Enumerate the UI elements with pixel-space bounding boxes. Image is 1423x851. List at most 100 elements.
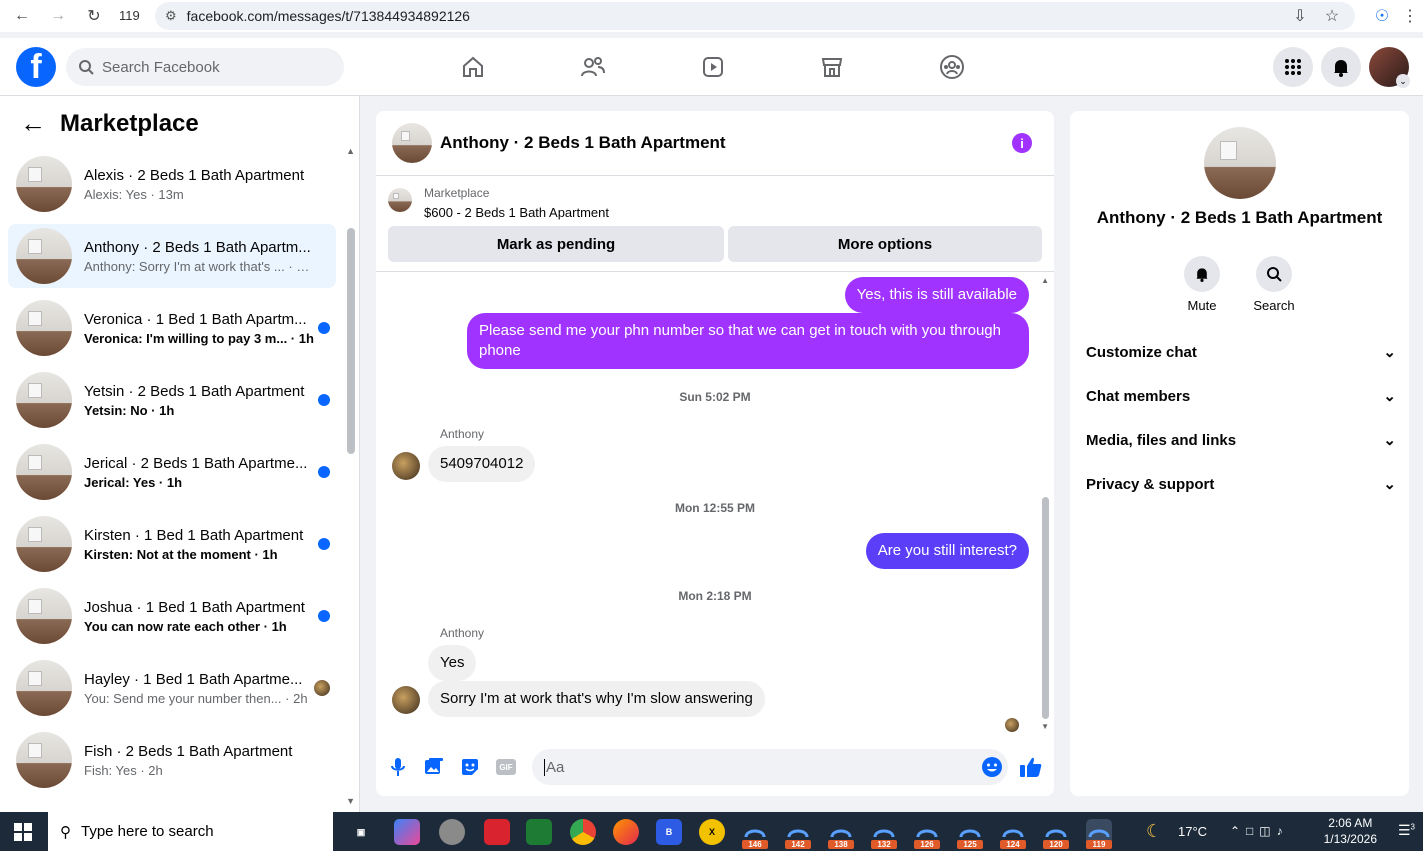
firefox-icon[interactable]	[613, 819, 639, 845]
facebook-logo-icon[interactable]: f	[16, 47, 56, 87]
customize-chat-section[interactable]: Customize chat ⌄	[1086, 340, 1396, 364]
message-incoming[interactable]: Yes	[428, 645, 477, 681]
listing-thumbnail[interactable]	[388, 188, 412, 212]
conversation-item[interactable]: Alexis · 2 Beds 1 Bath Apartment Alexis: …	[8, 152, 336, 216]
chrome-icon[interactable]	[570, 819, 596, 845]
forward-icon[interactable]: →	[47, 5, 69, 27]
taskbar-search-input[interactable]: ⚲ Type here to search	[48, 812, 333, 851]
system-clock[interactable]: 2:06 AM 1/13/2026	[1324, 815, 1377, 847]
conversation-item[interactable]: Anthony · 2 Beds 1 Bath Apartm... Anthony…	[8, 224, 336, 288]
scroll-up-arrow-icon[interactable]: ▲	[346, 146, 355, 156]
chat-title[interactable]: Anthony · 2 Beds 1 Bath Apartment	[440, 133, 726, 153]
conversation-item[interactable]: Jerical · 2 Beds 1 Bath Apartme... Jerica…	[8, 440, 336, 504]
weather-moon-icon[interactable]: ☾	[1146, 821, 1162, 842]
search-in-chat-button[interactable]: Search	[1244, 256, 1304, 313]
video-icon[interactable]	[698, 52, 728, 82]
privacy-support-section[interactable]: Privacy & support ⌄	[1086, 472, 1396, 496]
weather-temp[interactable]: 17°C	[1178, 824, 1207, 839]
windows-start-icon[interactable]	[14, 823, 32, 846]
chat-members-section[interactable]: Chat members ⌄	[1086, 384, 1396, 408]
app-icon[interactable]	[439, 819, 465, 845]
scrollbar[interactable]	[347, 228, 355, 454]
spreadsheet-app-icon[interactable]	[526, 819, 552, 845]
site-settings-icon[interactable]: ⚙	[165, 8, 177, 24]
back-arrow-icon[interactable]: ←	[20, 108, 46, 139]
date-text: 1/13/2026	[1323, 832, 1377, 846]
message-outgoing[interactable]: Are you still interest?	[865, 533, 1029, 569]
browser-window-icon[interactable]: 125	[957, 819, 983, 849]
scroll-down-arrow-icon[interactable]: ▼	[346, 796, 355, 806]
conversation-item[interactable]: Fish · 2 Beds 1 Bath Apartment Fish: Yes …	[8, 728, 336, 792]
browser-window-icon[interactable]: 126	[914, 819, 940, 849]
friends-icon[interactable]	[578, 52, 608, 82]
system-tray-icons[interactable]: ⌃□◫♪	[1230, 824, 1289, 838]
app-icon[interactable]: X	[699, 819, 725, 845]
message-incoming[interactable]: 5409704012	[428, 446, 536, 482]
install-app-icon[interactable]: ⇩	[1289, 5, 1311, 27]
message-outgoing[interactable]: Yes, this is still available	[844, 277, 1029, 313]
details-avatar[interactable]	[1204, 127, 1276, 199]
like-thumbs-up-icon[interactable]	[1019, 755, 1043, 779]
more-options-button[interactable]: More options	[728, 226, 1042, 262]
conversation-item[interactable]: Joshua · 1 Bed 1 Bath Apartment You can n…	[8, 584, 336, 648]
copilot-icon[interactable]	[394, 819, 420, 845]
timestamp: Sun 5:02 PM	[679, 390, 751, 404]
task-view-icon[interactable]: ▣	[348, 819, 374, 845]
microphone-icon[interactable]	[386, 755, 410, 779]
sticker-icon[interactable]	[458, 755, 482, 779]
conversation-text: Kirsten · 1 Bed 1 Bath Apartment Kirsten:…	[84, 527, 314, 562]
emoji-icon[interactable]	[980, 755, 1004, 779]
chat-avatar[interactable]	[392, 123, 432, 163]
sender-avatar[interactable]	[392, 452, 420, 480]
media-files-links-section[interactable]: Media, files and links ⌄	[1086, 428, 1396, 452]
message-incoming[interactable]: Sorry I'm at work that's why I'm slow an…	[428, 681, 765, 717]
app-icon[interactable]	[484, 819, 510, 845]
gif-icon[interactable]: GIF	[494, 755, 518, 779]
listing-thumbnail	[16, 300, 72, 356]
scroll-up-arrow-icon[interactable]: ▲	[1041, 276, 1049, 285]
mark-as-pending-button[interactable]: Mark as pending	[388, 226, 724, 262]
tab-count[interactable]: 119	[119, 8, 140, 23]
listing-thumbnail	[16, 588, 72, 644]
notifications-bell-icon[interactable]	[1321, 47, 1361, 87]
address-bar[interactable]: ⚙ facebook.com/messages/t/71384493489212…	[155, 2, 1355, 30]
unread-dot	[318, 610, 330, 622]
home-icon[interactable]	[458, 52, 488, 82]
message-outgoing[interactable]: Please send me your phn number so that w…	[467, 313, 1029, 369]
conversation-item[interactable]: Veronica · 1 Bed 1 Bath Apartm... Veronic…	[8, 296, 336, 360]
browser-window-icon[interactable]: 142	[785, 819, 811, 849]
browser-window-icon[interactable]: 132	[871, 819, 897, 849]
chat-scrollbar[interactable]	[1042, 497, 1049, 719]
back-icon[interactable]: ←	[11, 5, 33, 27]
browser-window-icon[interactable]: 146	[742, 819, 768, 849]
sender-avatar[interactable]	[392, 686, 420, 714]
browser-window-icon[interactable]: 138	[828, 819, 854, 849]
app-icon[interactable]: B	[656, 819, 682, 845]
browser-window-icon[interactable]: 124	[1000, 819, 1026, 849]
conversation-item[interactable]: Hayley · 1 Bed 1 Bath Apartme... You: Sen…	[8, 656, 336, 720]
listing-title[interactable]: $600 - 2 Beds 1 Bath Apartment	[424, 205, 609, 220]
mute-button[interactable]: Mute	[1172, 256, 1232, 313]
listing-thumbnail	[16, 660, 72, 716]
menu-dots-icon[interactable]: ⋮	[1399, 5, 1421, 27]
profile-icon[interactable]: ☉	[1371, 5, 1393, 27]
search-facebook-input[interactable]: Search Facebook	[66, 48, 344, 86]
photo-icon[interactable]	[422, 755, 446, 779]
message-input[interactable]: Aa	[532, 749, 1008, 785]
info-icon[interactable]: i	[1012, 133, 1032, 153]
window-count-badge: 120	[1043, 840, 1069, 849]
notification-center-icon[interactable]: ☰3	[1398, 822, 1415, 839]
browser-window-icon[interactable]: 119	[1086, 819, 1112, 849]
account-chevron-icon[interactable]: ⌄	[1396, 74, 1410, 88]
reload-icon[interactable]: ↻	[83, 5, 105, 27]
browser-window-icon[interactable]: 120	[1043, 819, 1069, 849]
apps-menu-icon[interactable]	[1273, 47, 1313, 87]
window-count-badge: 125	[957, 840, 983, 849]
scroll-down-arrow-icon[interactable]: ▼	[1041, 722, 1049, 731]
groups-icon[interactable]	[937, 52, 967, 82]
conversation-item[interactable]: Yetsin · 2 Beds 1 Bath Apartment Yetsin: …	[8, 368, 336, 432]
search-icon	[79, 60, 94, 75]
bookmark-star-icon[interactable]: ☆	[1321, 5, 1343, 27]
conversation-item[interactable]: Kirsten · 1 Bed 1 Bath Apartment Kirsten:…	[8, 512, 336, 576]
marketplace-icon[interactable]	[817, 52, 847, 82]
